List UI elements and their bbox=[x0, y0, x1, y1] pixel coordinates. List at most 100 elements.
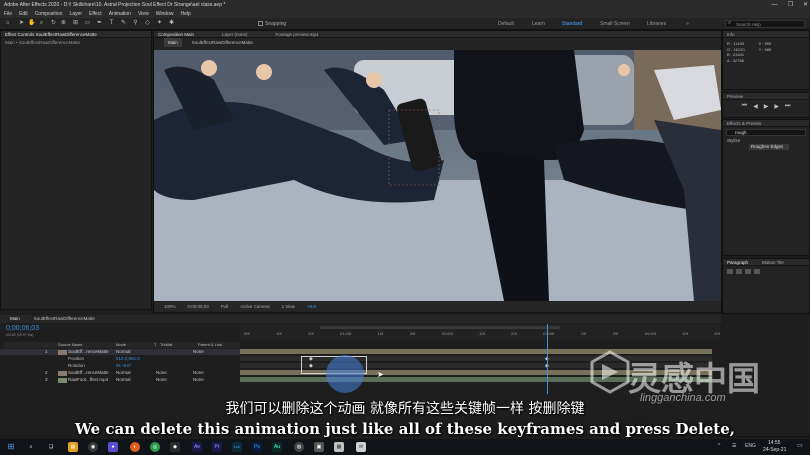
windows-start-icon[interactable]: ⊞ bbox=[6, 442, 16, 452]
composition-tab[interactable]: Composition Main bbox=[158, 31, 194, 37]
firefox-icon[interactable]: ◐ bbox=[130, 442, 140, 452]
prev-frame-icon[interactable]: ◀ bbox=[753, 103, 758, 110]
app-icon[interactable]: ◍ bbox=[294, 442, 304, 452]
layer-mode[interactable]: Normal bbox=[116, 370, 131, 376]
notifications-icon[interactable]: ▭ bbox=[797, 442, 803, 449]
app-icon[interactable]: ● bbox=[108, 442, 118, 452]
close-button[interactable]: ✕ bbox=[803, 0, 808, 10]
menu-view[interactable]: View bbox=[138, 10, 149, 18]
audition-icon[interactable]: Au bbox=[272, 442, 282, 452]
search-help-input[interactable]: Search Help bbox=[725, 20, 805, 28]
motion-tile-tab[interactable]: Motion Tile bbox=[762, 259, 784, 265]
file-explorer-icon[interactable]: ▤ bbox=[68, 442, 78, 452]
align-center-icon[interactable] bbox=[736, 269, 742, 274]
layer-trkmat[interactable]: None bbox=[156, 370, 167, 376]
play-icon[interactable]: ▶ bbox=[764, 103, 769, 110]
tray-arrow-icon[interactable]: ^ bbox=[718, 443, 720, 449]
menu-file[interactable]: File bbox=[4, 10, 12, 18]
menu-layer[interactable]: Layer bbox=[69, 10, 82, 18]
property-value[interactable]: 0x -9.0° bbox=[116, 363, 132, 369]
clock-date[interactable]: 24-Sep-21 bbox=[763, 447, 786, 453]
after-effects-icon[interactable]: Ae bbox=[192, 442, 202, 452]
premiere-icon[interactable]: Pr bbox=[212, 442, 222, 452]
menu-effect[interactable]: Effect bbox=[89, 10, 102, 18]
layer-row-rotation[interactable]: Rotation 0x -9.0° bbox=[0, 363, 240, 369]
zoom-tool-icon[interactable]: ⌕ bbox=[38, 20, 45, 27]
layer-tab[interactable]: Layer (none) bbox=[222, 31, 248, 37]
type-tool-icon[interactable]: T bbox=[108, 20, 115, 27]
align-left-icon[interactable] bbox=[727, 269, 733, 274]
resolution-select[interactable]: Full bbox=[221, 302, 228, 311]
composition-viewer[interactable] bbox=[154, 50, 721, 301]
task-view-icon[interactable]: ❏ bbox=[46, 442, 56, 452]
clock-time[interactable]: 14:55 bbox=[768, 440, 781, 446]
maximize-button[interactable]: ❐ bbox=[788, 0, 793, 10]
last-frame-icon[interactable]: ⏭ bbox=[785, 103, 790, 110]
network-icon[interactable]: ☰ bbox=[732, 443, 736, 449]
effects-search-input[interactable]: rough bbox=[726, 129, 806, 136]
layer-name[interactable]: RawFoot...ffect.mp4 bbox=[68, 377, 108, 383]
rectangle-tool-icon[interactable]: ▭ bbox=[84, 20, 91, 27]
next-frame-icon[interactable]: ▶ bbox=[774, 103, 779, 110]
menu-edit[interactable]: Edit bbox=[19, 10, 28, 18]
effects-item-roughen-edges[interactable]: Roughen Edges bbox=[749, 144, 789, 150]
timeline-tab-matte[interactable]: SoulEffectRawDifferenceMatte bbox=[34, 315, 95, 323]
layer-parent[interactable]: None bbox=[193, 377, 204, 383]
workspace-small-screen[interactable]: Small Screen bbox=[600, 21, 630, 27]
layer-trkmat[interactable]: None bbox=[156, 377, 167, 383]
footage-tab[interactable]: Footage preview.mp4 bbox=[276, 31, 319, 37]
workspace-default[interactable]: Default bbox=[498, 21, 514, 27]
layer-name[interactable]: SoulEff...renceMatte bbox=[68, 370, 109, 376]
first-frame-icon[interactable]: ⏮ bbox=[742, 103, 747, 110]
lightroom-icon[interactable]: Lrc bbox=[232, 442, 242, 452]
timeline-tab-main[interactable]: Main bbox=[10, 315, 20, 323]
language-indicator[interactable]: ENG bbox=[745, 443, 756, 449]
playhead[interactable] bbox=[547, 324, 548, 394]
paragraph-tab[interactable]: Paragraph bbox=[727, 259, 748, 265]
camera-tool-icon[interactable]: ⊕ bbox=[60, 20, 67, 27]
menu-help[interactable]: Help bbox=[180, 10, 190, 18]
brush-tool-icon[interactable]: ✎ bbox=[120, 20, 127, 27]
layer-parent[interactable]: None bbox=[193, 349, 204, 355]
effect-controls-tab[interactable]: Effect Controls SoulEffectRawDifferenceM… bbox=[5, 32, 97, 37]
camera-select[interactable]: Active Camera bbox=[240, 302, 270, 311]
snapping-checkbox[interactable] bbox=[258, 21, 263, 26]
chrome-icon[interactable]: ◎ bbox=[150, 442, 160, 452]
work-area-bar[interactable] bbox=[320, 326, 560, 329]
home-icon[interactable]: ⌂ bbox=[4, 20, 11, 27]
pan-behind-tool-icon[interactable]: ⊞ bbox=[72, 20, 79, 27]
layer-row-3[interactable]: 3 RawFoot...ffect.mp4 Normal None None bbox=[0, 377, 240, 383]
timeline-timecode[interactable]: 0;00;06;03 bbox=[6, 325, 39, 332]
app-icon[interactable]: ▣ bbox=[314, 442, 324, 452]
layer-row-2[interactable]: 2 SoulEff...renceMatte Normal None None bbox=[0, 370, 240, 376]
minimize-button[interactable]: — bbox=[772, 0, 778, 10]
rotate-tool-icon[interactable]: ↻ bbox=[50, 20, 57, 27]
align-right-icon[interactable] bbox=[745, 269, 751, 274]
view-layout-select[interactable]: 1 View bbox=[282, 302, 295, 311]
workspace-learn[interactable]: Learn bbox=[532, 21, 545, 27]
pen-tool-icon[interactable]: ✒ bbox=[96, 20, 103, 27]
layer-name[interactable]: SoulEff...renceMatte bbox=[68, 349, 109, 355]
menu-composition[interactable]: Composition bbox=[35, 10, 63, 18]
viewer-timecode[interactable]: 0;00;06;03 bbox=[188, 302, 209, 311]
stamp-tool-icon[interactable]: ⚲ bbox=[132, 20, 139, 27]
justify-icon[interactable] bbox=[754, 269, 760, 274]
menu-window[interactable]: Window bbox=[156, 10, 174, 18]
menu-animation[interactable]: Animation bbox=[109, 10, 131, 18]
hand-tool-icon[interactable]: ✋ bbox=[28, 20, 35, 27]
layer-mode[interactable]: Normal bbox=[116, 377, 131, 383]
comp-subtab-matte[interactable]: SoulEffectRawDifferenceMatte bbox=[192, 38, 253, 47]
photoshop-icon[interactable]: Ps bbox=[252, 442, 262, 452]
workspace-overflow-icon[interactable]: » bbox=[686, 21, 689, 27]
app-icon[interactable]: ▦ bbox=[334, 442, 344, 452]
keyframe-icon[interactable]: ◆ bbox=[309, 356, 313, 362]
search-icon[interactable]: ⌕ bbox=[26, 442, 36, 452]
layer-row-position[interactable]: Position 510.0,862.0 bbox=[0, 356, 240, 362]
layer-row-1[interactable]: 1 SoulEff...renceMatte Normal None bbox=[0, 349, 240, 355]
keyframe-icon[interactable]: ◆ bbox=[309, 363, 313, 369]
app-icon[interactable]: ✉ bbox=[356, 442, 366, 452]
puppet-tool-icon[interactable]: ✱ bbox=[168, 20, 175, 27]
layer-mode[interactable]: Normal bbox=[116, 349, 131, 355]
roto-tool-icon[interactable]: ✦ bbox=[156, 20, 163, 27]
app-icon[interactable]: ◆ bbox=[170, 442, 180, 452]
